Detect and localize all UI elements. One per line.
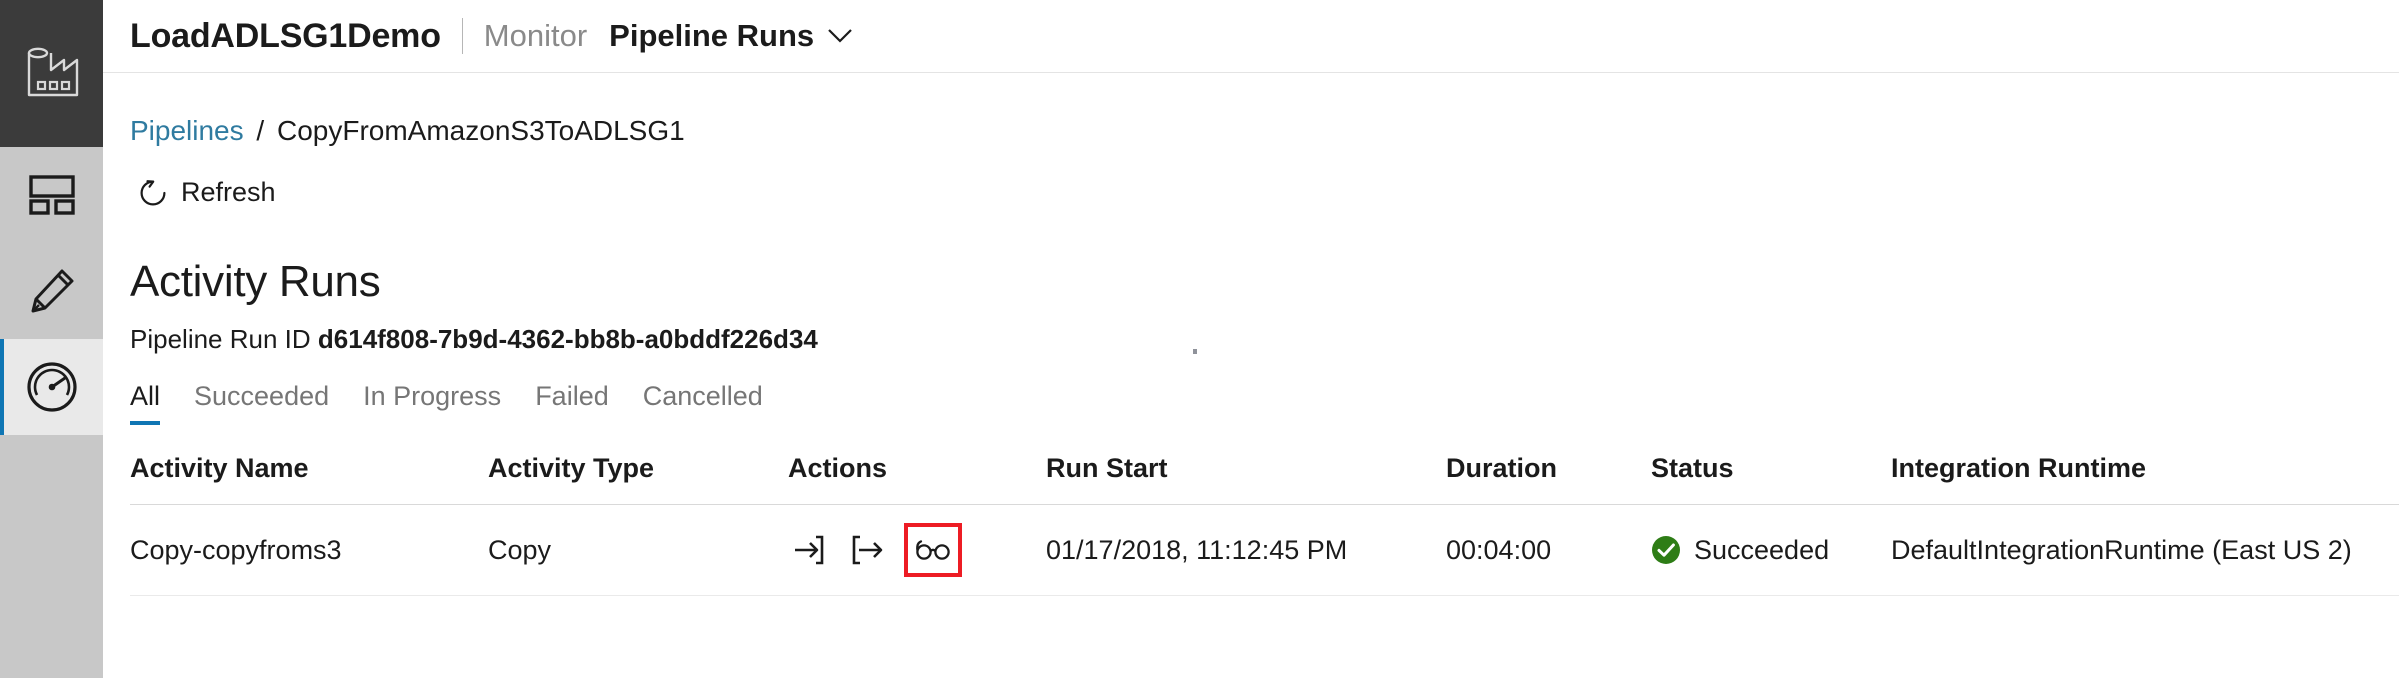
breadcrumb-separator: /: [256, 115, 265, 146]
page-selector[interactable]: Pipeline Runs: [609, 18, 853, 54]
table-row[interactable]: Copy-copyfroms3 Copy 01/17/2018, 11:12:4…: [130, 504, 2399, 596]
cell-duration: 00:04:00: [1446, 504, 1651, 596]
cell-actions: [788, 504, 1046, 596]
column-header-duration[interactable]: Duration: [1446, 439, 1651, 505]
breadcrumb-link-pipelines[interactable]: Pipelines: [130, 115, 244, 146]
content-area: Pipelines / CopyFromAmazonS3ToADLSG1 Ref…: [103, 115, 2399, 596]
cell-activity-type: Copy: [488, 504, 788, 596]
breadcrumb: Pipelines / CopyFromAmazonS3ToADLSG1: [130, 115, 2399, 147]
table-body: Copy-copyfroms3 Copy 01/17/2018, 11:12:4…: [130, 504, 2399, 596]
view-details-button[interactable]: [904, 523, 962, 577]
column-header-actions: Actions: [788, 439, 1046, 505]
view-input-button[interactable]: [788, 529, 830, 571]
output-arrow-icon: [850, 533, 884, 567]
cell-integration-runtime: DefaultIntegrationRuntime (East US 2): [1891, 504, 2399, 596]
glasses-icon: [915, 539, 951, 561]
data-factory-logo[interactable]: [0, 0, 103, 147]
table-header-row: Activity Name Activity Type Actions Run …: [130, 439, 2399, 505]
tab-succeeded[interactable]: Succeeded: [177, 381, 346, 425]
tab-succeeded-label: Succeeded: [194, 381, 330, 411]
view-output-button[interactable]: [846, 529, 888, 571]
page-title: Activity Runs: [130, 257, 381, 306]
sidebar-item-monitor[interactable]: [0, 339, 103, 435]
header-divider: [461, 18, 463, 54]
column-header-integration-runtime[interactable]: Integration Runtime: [1891, 439, 2399, 505]
refresh-button[interactable]: Refresh: [130, 173, 284, 212]
command-bar: Refresh: [130, 173, 2399, 212]
activity-runs-table: Activity Name Activity Type Actions Run …: [130, 439, 2399, 596]
tab-all[interactable]: All: [130, 381, 177, 425]
pencil-icon: [29, 268, 75, 314]
pipeline-run-id: Pipeline Run ID d614f808-7b9d-4362-bb8b-…: [130, 324, 2399, 355]
account-name: LoadADLSG1Demo: [130, 16, 441, 55]
rail-spacer: [0, 435, 103, 678]
gauge-icon: [26, 361, 78, 413]
column-header-activity-type[interactable]: Activity Type: [488, 439, 788, 505]
input-arrow-icon: [792, 533, 826, 567]
status-filter-tabs: All Succeeded In Progress Failed Cancell…: [130, 381, 2399, 425]
tab-failed[interactable]: Failed: [518, 381, 626, 425]
tab-all-label: All: [130, 381, 161, 411]
sidebar-item-author[interactable]: [0, 243, 103, 339]
cell-run-start: 01/17/2018, 11:12:45 PM: [1046, 504, 1446, 596]
actions-group: [788, 523, 1046, 577]
activity-runs-table-wrapper: Activity Name Activity Type Actions Run …: [130, 439, 2399, 596]
success-check-icon: [1651, 535, 1681, 565]
cell-status: Succeeded: [1651, 504, 1891, 596]
breadcrumb-current: CopyFromAmazonS3ToADLSG1: [276, 115, 685, 146]
top-header: LoadADLSG1Demo Monitor Pipeline Runs: [103, 0, 2399, 73]
tab-cancelled-label: Cancelled: [642, 381, 763, 411]
factory-icon: [21, 45, 83, 103]
status-badge: Succeeded: [1651, 535, 1891, 566]
pipeline-run-id-value: d614f808-7b9d-4362-bb8b-a0bddf226d34: [317, 324, 818, 354]
tab-cancelled[interactable]: Cancelled: [626, 381, 780, 425]
cursor-artifact: [1193, 349, 1197, 354]
table-header: Activity Name Activity Type Actions Run …: [130, 439, 2399, 505]
status-label: Succeeded: [1694, 534, 1830, 565]
sidebar-item-overview[interactable]: [0, 147, 103, 243]
column-header-status[interactable]: Status: [1651, 439, 1891, 505]
page-selector-label: Pipeline Runs: [609, 18, 815, 53]
refresh-button-label: Refresh: [181, 177, 276, 207]
chevron-down-icon: [827, 28, 853, 44]
dashboard-icon: [28, 175, 75, 215]
cell-activity-name: Copy-copyfroms3: [130, 504, 488, 596]
main-panel: LoadADLSG1Demo Monitor Pipeline Runs Pip…: [103, 0, 2399, 678]
pipeline-run-id-label: Pipeline Run ID: [130, 324, 311, 354]
tab-failed-label: Failed: [535, 381, 609, 411]
header-section-label: Monitor: [483, 18, 588, 53]
refresh-icon: [138, 178, 168, 208]
app-window: LoadADLSG1Demo Monitor Pipeline Runs Pip…: [0, 0, 2399, 678]
left-rail: [0, 0, 103, 678]
tab-in-progress[interactable]: In Progress: [346, 381, 518, 425]
tab-in-progress-label: In Progress: [363, 381, 502, 411]
column-header-run-start[interactable]: Run Start: [1046, 439, 1446, 505]
column-header-activity-name[interactable]: Activity Name: [130, 439, 488, 505]
